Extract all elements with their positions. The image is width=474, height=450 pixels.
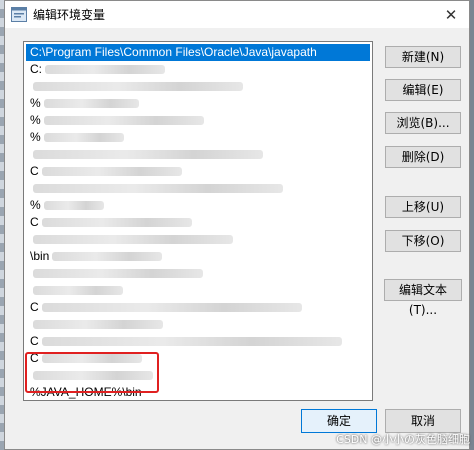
list-item[interactable]: C:\Program Files\Common Files\Oracle\Jav… bbox=[26, 44, 370, 61]
list-item-text: % bbox=[30, 96, 41, 110]
redacted-text bbox=[33, 286, 123, 296]
list-item-text: % bbox=[30, 130, 41, 144]
list-item[interactable] bbox=[26, 316, 370, 333]
list-item-text: C bbox=[30, 164, 39, 178]
list-item[interactable]: \bin bbox=[26, 248, 370, 265]
cancel-button[interactable]: 取消 bbox=[385, 409, 461, 433]
ok-button[interactable]: 确定 bbox=[301, 409, 377, 433]
list-item-text: C:\Program Files\Common Files\Oracle\Jav… bbox=[30, 45, 317, 59]
list-item[interactable] bbox=[26, 265, 370, 282]
list-item[interactable]: C: bbox=[26, 61, 370, 78]
list-item[interactable]: % bbox=[26, 95, 370, 112]
redacted-text bbox=[41, 337, 342, 347]
list-item[interactable] bbox=[26, 78, 370, 95]
list-item-text: C bbox=[30, 300, 39, 314]
edit-text-button[interactable]: 编辑文本(T)... bbox=[384, 279, 462, 317]
title-bar: 编辑环境变量 ✕ bbox=[5, 1, 469, 28]
list-item-text: \bin bbox=[30, 249, 50, 263]
browse-button[interactable]: 浏览(B)... bbox=[385, 112, 461, 134]
redacted-text bbox=[41, 167, 182, 177]
list-item[interactable]: % bbox=[26, 129, 370, 146]
list-item[interactable]: % bbox=[26, 197, 370, 214]
window-icon bbox=[11, 7, 27, 22]
redacted-text bbox=[33, 320, 163, 330]
redacted-text bbox=[41, 303, 302, 313]
list-item-text: C bbox=[30, 334, 39, 348]
list-item[interactable] bbox=[26, 231, 370, 248]
move-up-button[interactable]: 上移(U) bbox=[385, 196, 461, 218]
redacted-text bbox=[33, 82, 243, 92]
redacted-text bbox=[33, 150, 263, 160]
list-item[interactable] bbox=[26, 146, 370, 163]
redacted-text bbox=[43, 116, 204, 126]
edit-button[interactable]: 编辑(E) bbox=[385, 79, 461, 101]
redacted-text bbox=[43, 99, 139, 109]
list-item[interactable]: % bbox=[26, 112, 370, 129]
redacted-text bbox=[45, 65, 165, 75]
delete-button[interactable]: 删除(D) bbox=[385, 146, 461, 168]
list-item-text: C: bbox=[30, 62, 42, 76]
list-item[interactable]: C bbox=[26, 333, 370, 350]
edit-env-variable-dialog: 编辑环境变量 ✕ C:\Program Files\Common Files\O… bbox=[4, 0, 470, 450]
list-item-text: % bbox=[30, 113, 41, 127]
redacted-text bbox=[33, 235, 233, 245]
redacted-text bbox=[41, 218, 192, 228]
redacted-text bbox=[52, 252, 163, 262]
list-item-text: % bbox=[30, 198, 41, 212]
list-item[interactable]: C bbox=[26, 299, 370, 316]
list-item[interactable]: C bbox=[26, 214, 370, 231]
path-entries-list[interactable]: C:\Program Files\Common Files\Oracle\Jav… bbox=[23, 41, 373, 401]
list-item[interactable] bbox=[26, 282, 370, 299]
redacted-text bbox=[43, 201, 104, 211]
list-item[interactable]: C bbox=[26, 163, 370, 180]
redacted-text bbox=[43, 133, 124, 143]
close-icon[interactable]: ✕ bbox=[437, 4, 465, 26]
list-item[interactable] bbox=[26, 180, 370, 197]
window-title: 编辑环境变量 bbox=[33, 8, 106, 22]
new-button[interactable]: 新建(N) bbox=[385, 46, 461, 68]
watermark-text: CSDN @小小の灰色脑细胞 bbox=[336, 433, 470, 446]
redacted-text bbox=[33, 269, 203, 279]
list-item-text: C bbox=[30, 215, 39, 229]
move-down-button[interactable]: 下移(O) bbox=[385, 230, 461, 252]
redacted-text bbox=[33, 184, 283, 194]
highlight-annotation-box bbox=[25, 352, 159, 393]
